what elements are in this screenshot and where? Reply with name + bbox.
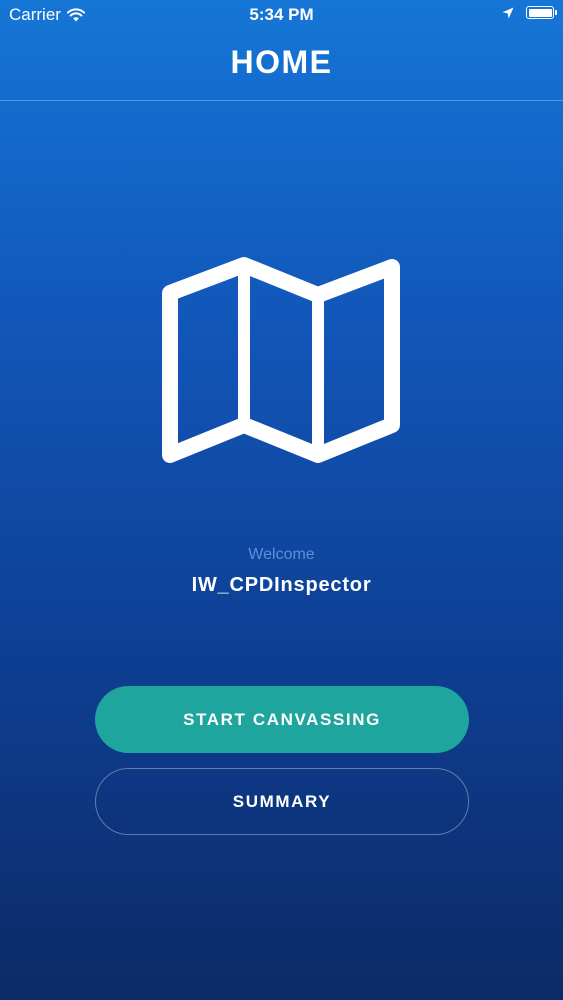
summary-label: SUMMARY [232, 791, 332, 811]
battery-fill [528, 8, 552, 17]
map-icon [162, 257, 400, 463]
status-bar: Carrier 5:34 PM [0, 0, 563, 30]
start-canvassing-button[interactable]: START CANVASSING [95, 686, 469, 753]
start-canvassing-label: START CANVASSING [183, 709, 381, 729]
username: IW_CPDInspector [191, 574, 372, 596]
nav-divider [0, 100, 563, 101]
summary-button[interactable]: SUMMARY [95, 768, 469, 835]
page-title: HOME [230, 44, 333, 80]
status-time: 5:34 PM [249, 5, 314, 24]
status-right [502, 6, 557, 19]
welcome-label: Welcome [248, 546, 315, 563]
location-arrow-icon [502, 7, 514, 18]
battery-icon [526, 6, 557, 19]
